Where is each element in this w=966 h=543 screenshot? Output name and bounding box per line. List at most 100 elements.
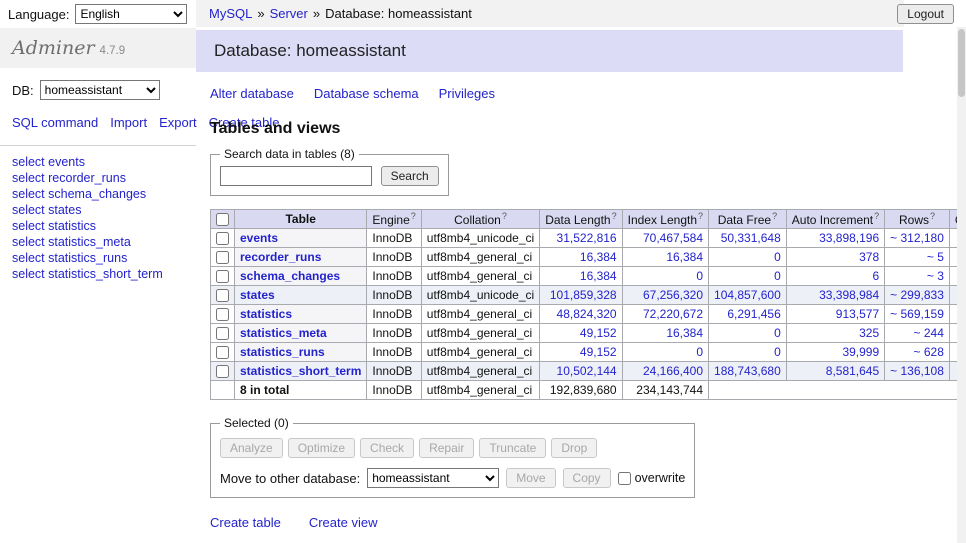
db-select[interactable]: homeassistant	[40, 80, 160, 100]
overwrite-checkbox[interactable]	[618, 472, 631, 485]
table-name-link[interactable]: statistics_meta	[240, 326, 327, 340]
data-free-link[interactable]: 0	[774, 326, 781, 340]
data-length-link[interactable]: 101,859,328	[550, 288, 617, 302]
row-checkbox[interactable]	[216, 270, 229, 283]
table-name-link[interactable]: recorder_runs	[240, 250, 321, 264]
sidebar-table-link[interactable]: select statistics_short_term	[12, 267, 184, 282]
vertical-scrollbar[interactable]	[957, 27, 966, 543]
sidebar-table-link[interactable]: select events	[12, 155, 184, 170]
data-free-link[interactable]: 0	[774, 269, 781, 283]
index-length-link[interactable]: 67,256,320	[643, 288, 703, 302]
table-name-link[interactable]: schema_changes	[240, 269, 340, 283]
scrollbar-thumb[interactable]	[958, 29, 965, 97]
move-button[interactable]: Move	[506, 468, 555, 488]
help-link[interactable]: ?	[930, 211, 935, 221]
help-link[interactable]: ?	[612, 211, 617, 221]
row-checkbox[interactable]	[216, 308, 229, 321]
index-length-link[interactable]: 70,467,584	[643, 231, 703, 245]
auto-increment-link[interactable]: 8,581,645	[826, 364, 879, 378]
help-link[interactable]: ?	[874, 211, 879, 221]
row-checkbox[interactable]	[216, 327, 229, 340]
rows-link[interactable]: ~ 5	[927, 250, 944, 264]
help-link[interactable]: ?	[502, 211, 507, 221]
data-free-link[interactable]: 6,291,456	[727, 307, 780, 321]
table-name-link[interactable]: events	[240, 231, 278, 245]
search-button[interactable]: Search	[381, 166, 439, 186]
rows-link[interactable]: ~ 312,180	[890, 231, 944, 245]
sidebar-table-link[interactable]: select statistics_meta	[12, 235, 184, 250]
data-length-link[interactable]: 10,502,144	[557, 364, 617, 378]
index-length-link[interactable]: 16,384	[666, 250, 703, 264]
rows-link[interactable]: ~ 136,108	[890, 364, 944, 378]
bulk-action-button[interactable]: Check	[360, 438, 414, 458]
auto-increment-link[interactable]: 6	[872, 269, 879, 283]
data-length-link[interactable]: 49,152	[580, 345, 617, 359]
index-length-link[interactable]: 0	[696, 345, 703, 359]
language-select[interactable]: English	[75, 4, 187, 24]
sidebar-table-link[interactable]: select statistics	[12, 219, 184, 234]
create-link[interactable]: Create view	[309, 515, 378, 530]
row-checkbox[interactable]	[216, 346, 229, 359]
table-name-link[interactable]: statistics_runs	[240, 345, 325, 359]
select-all-checkbox[interactable]	[216, 213, 229, 226]
copy-button[interactable]: Copy	[563, 468, 611, 488]
breadcrumb-link-server[interactable]: Server	[270, 6, 308, 21]
sidebar-table-link[interactable]: select recorder_runs	[12, 171, 184, 186]
create-link[interactable]: Create table	[210, 515, 281, 530]
help-link[interactable]: ?	[411, 211, 416, 221]
table-name-link[interactable]: statistics	[240, 307, 292, 321]
table-name-link[interactable]: statistics_short_term	[240, 364, 361, 378]
row-checkbox[interactable]	[216, 232, 229, 245]
row-checkbox[interactable]	[216, 251, 229, 264]
move-db-select[interactable]: homeassistant	[367, 468, 499, 488]
auto-increment-link[interactable]: 33,898,196	[819, 231, 879, 245]
search-input[interactable]	[220, 166, 372, 186]
auto-increment-link[interactable]: 39,999	[842, 345, 879, 359]
sidebar-table-link[interactable]: select schema_changes	[12, 187, 184, 202]
bulk-action-button[interactable]: Truncate	[479, 438, 546, 458]
index-length-link[interactable]: 72,220,672	[643, 307, 703, 321]
data-free-link[interactable]: 50,331,648	[721, 231, 781, 245]
row-checkbox[interactable]	[216, 289, 229, 302]
bulk-action-button[interactable]: Analyze	[220, 438, 283, 458]
sidebar-table-link[interactable]: select statistics_runs	[12, 251, 184, 266]
sidebar-link[interactable]: SQL command	[12, 115, 98, 130]
bulk-action-button[interactable]: Optimize	[288, 438, 355, 458]
logout-button[interactable]: Logout	[897, 4, 954, 24]
app-version[interactable]: 4.7.9	[100, 45, 126, 57]
database-action-link[interactable]: Privileges	[439, 86, 495, 101]
data-length-link[interactable]: 49,152	[580, 326, 617, 340]
sidebar-link[interactable]: Export	[159, 115, 197, 130]
auto-increment-link[interactable]: 378	[859, 250, 879, 264]
rows-link[interactable]: ~ 244	[914, 326, 944, 340]
index-length-link[interactable]: 16,384	[666, 326, 703, 340]
database-action-link[interactable]: Alter database	[210, 86, 294, 101]
breadcrumb-link-mysql[interactable]: MySQL	[209, 6, 252, 21]
auto-increment-link[interactable]: 325	[859, 326, 879, 340]
rows-link[interactable]: ~ 3	[927, 269, 944, 283]
data-length-link[interactable]: 31,522,816	[557, 231, 617, 245]
sidebar-table-link[interactable]: select states	[12, 203, 184, 218]
index-length-link[interactable]: 0	[696, 269, 703, 283]
data-length-link[interactable]: 16,384	[580, 250, 617, 264]
data-free-link[interactable]: 188,743,680	[714, 364, 781, 378]
auto-increment-link[interactable]: 33,398,984	[819, 288, 879, 302]
bulk-action-button[interactable]: Repair	[419, 438, 474, 458]
row-checkbox[interactable]	[216, 365, 229, 378]
bulk-action-button[interactable]: Drop	[551, 438, 597, 458]
index-length-link[interactable]: 24,166,400	[643, 364, 703, 378]
data-length-link[interactable]: 48,824,320	[557, 307, 617, 321]
data-length-link[interactable]: 16,384	[580, 269, 617, 283]
help-link[interactable]: ?	[698, 211, 703, 221]
sidebar-link[interactable]: Import	[110, 115, 147, 130]
rows-link[interactable]: ~ 299,833	[890, 288, 944, 302]
data-free-link[interactable]: 104,857,600	[714, 288, 781, 302]
database-action-link[interactable]: Database schema	[314, 86, 419, 101]
rows-link[interactable]: ~ 569,159	[890, 307, 944, 321]
auto-increment-link[interactable]: 913,577	[836, 307, 879, 321]
data-free-link[interactable]: 0	[774, 250, 781, 264]
help-link[interactable]: ?	[772, 211, 777, 221]
rows-link[interactable]: ~ 628	[914, 345, 944, 359]
data-free-link[interactable]: 0	[774, 345, 781, 359]
table-name-link[interactable]: states	[240, 288, 275, 302]
